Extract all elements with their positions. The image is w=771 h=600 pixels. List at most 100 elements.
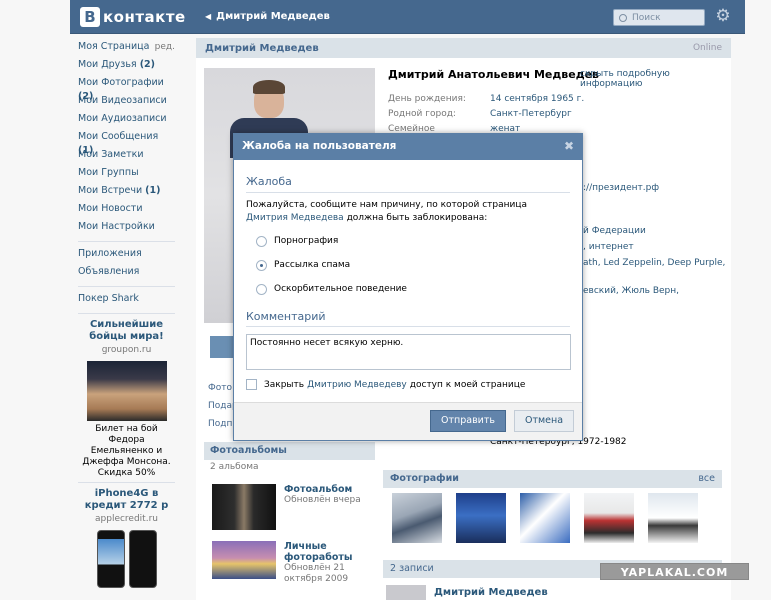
gear-icon[interactable]: ⚙ <box>714 7 732 25</box>
comment-textarea[interactable]: Постоянно несет всякую херню. <box>246 334 571 370</box>
sidebar-divider <box>78 482 175 483</box>
sidebar-item-ads[interactable]: Объявления <box>78 265 175 283</box>
sidebar-divider <box>78 286 175 287</box>
interest-fragment[interactable]: й Федерации <box>583 226 646 236</box>
search-input[interactable]: Поиск <box>613 9 705 26</box>
sidebar-item-messages[interactable]: Мои Сообщения (1) <box>78 130 175 156</box>
dialog-header: Жалоба на пользователя ✖ <box>234 134 582 160</box>
ad-title[interactable]: iPhone4G в кредит 2772 р <box>78 488 175 512</box>
hide-details-link[interactable]: скрыть подробную информацию <box>580 69 731 89</box>
sidebar-divider <box>78 241 175 242</box>
sidebar-item-events[interactable]: Мои Встречи (1) <box>78 184 175 202</box>
radio-button[interactable] <box>256 235 267 247</box>
album-title[interactable]: Фотоальбом <box>284 484 361 495</box>
sidebar: Моя Страница ред. Мои Друзья (2) Мои Фото… <box>78 40 175 592</box>
interest-fragment[interactable]: , интернет <box>583 242 634 252</box>
sidebar-item-label: Мои Сообщения <box>78 131 159 142</box>
sidebar-item-my-page[interactable]: Моя Страница ред. <box>78 40 175 58</box>
ad-image-phones[interactable] <box>87 530 167 592</box>
ad-image-fighters[interactable] <box>86 361 167 421</box>
profile-link[interactable]: Дмитрия Медведева <box>246 213 344 223</box>
field-value[interactable]: Санкт-Петербург <box>490 109 572 119</box>
album-thumb[interactable] <box>212 541 276 579</box>
ad-block-iphone[interactable]: iPhone4G в кредит 2772 р applecredit.ru <box>78 488 175 592</box>
sidebar-item-notes[interactable]: Мои Заметки <box>78 148 175 166</box>
sidebar-item-label: Мои Группы <box>78 167 139 178</box>
album-item[interactable]: Фотоальбом Обновлён вчера <box>212 484 372 530</box>
dialog-title: Жалоба на пользователя <box>242 140 397 152</box>
vk-logo[interactable]: В контакте <box>80 6 186 28</box>
sidebar-item-friends[interactable]: Мои Друзья (2) <box>78 58 175 76</box>
sidebar-item-label: Мои Видеозаписи <box>78 95 167 106</box>
album-updated: Обновлён вчера <box>284 495 361 505</box>
sidebar-item-apps[interactable]: Приложения <box>78 247 175 265</box>
reason-option-abuse[interactable]: Оскорбительное поведение <box>256 282 570 296</box>
sidebar-item-label: Мои Новости <box>78 203 143 214</box>
sidebar-item-photos[interactable]: Мои Фотографии (2) <box>78 76 175 102</box>
reason-label: Оскорбительное поведение <box>274 284 407 294</box>
watermark: YAPLAKAL.COM <box>600 563 749 580</box>
profile-name-bar: Дмитрий Медведев Online <box>196 38 731 58</box>
photo-thumb[interactable] <box>648 493 698 543</box>
block-access-option[interactable]: Закрыть Дмитрию Медведеву доступ к моей … <box>246 379 570 390</box>
profile-full-name: Дмитрий Анатольевич Медведев <box>388 68 599 81</box>
photo-thumb[interactable] <box>584 493 634 543</box>
online-status: Online <box>692 43 722 53</box>
ad-block-fight[interactable]: Сильнейшие бойцы мира! groupon.ru Билет … <box>78 319 175 479</box>
radio-button[interactable] <box>256 283 267 295</box>
sidebar-item-news[interactable]: Мои Новости <box>78 202 175 220</box>
prompt-text: Пожалуйста, сообщите нам причину, по кот… <box>246 200 527 210</box>
sidebar-item-label: Мои Встречи <box>78 185 143 196</box>
search-placeholder: Поиск <box>632 12 661 23</box>
edit-link[interactable]: ред. <box>155 40 175 58</box>
dialog-footer: Отправить Отмена <box>234 402 582 440</box>
ad-title[interactable]: Сильнейшие бойцы мира! <box>78 319 175 343</box>
profile-field: Родной город: Санкт-Петербург <box>388 109 572 119</box>
reason-label: Порнография <box>274 236 339 246</box>
complaint-prompt: Пожалуйста, сообщите нам причину, по кот… <box>246 199 570 225</box>
photos-strip <box>392 493 698 543</box>
page-title[interactable]: ◀ Дмитрий Медведев <box>205 11 330 22</box>
photo-thumb[interactable] <box>456 493 506 543</box>
report-user-dialog: Жалоба на пользователя ✖ Жалоба Пожалуйс… <box>233 133 583 441</box>
sidebar-item-label: Мои Друзья <box>78 59 137 70</box>
send-button[interactable]: Отправить <box>430 410 506 432</box>
sidebar-item-label: Моя Страница <box>78 41 150 52</box>
checkbox-text: доступ к моей странице <box>409 379 526 390</box>
sidebar-item-poker[interactable]: Покер Shark <box>78 292 175 310</box>
albums-count: 2 альбома <box>210 462 259 472</box>
photo-thumb[interactable] <box>392 493 442 543</box>
album-thumb[interactable] <box>212 484 276 530</box>
checkbox-link[interactable]: Дмитрию Медведеву <box>307 380 407 390</box>
radio-button-selected[interactable] <box>256 259 267 271</box>
cancel-button[interactable]: Отмена <box>514 410 574 432</box>
field-key: День рождения: <box>388 94 466 104</box>
photo-thumb[interactable] <box>520 493 570 543</box>
phone-back-image <box>128 530 157 588</box>
wall-post-avatar[interactable] <box>386 585 426 600</box>
photos-all-link[interactable]: все <box>698 473 715 485</box>
albums-header[interactable]: Фотоальбомы <box>204 442 375 460</box>
checkbox[interactable] <box>246 379 257 390</box>
album-item[interactable]: Личные фотоработы Обновлён 21 октября 200… <box>212 541 372 585</box>
album-title[interactable]: Личные фотоработы <box>284 541 372 563</box>
complaint-section-title: Жалоба <box>246 175 570 193</box>
sidebar-item-settings[interactable]: Мои Настройки <box>78 220 175 238</box>
sidebar-item-groups[interactable]: Мои Группы <box>78 166 175 184</box>
photos-header[interactable]: Фотографии все <box>383 470 722 488</box>
sidebar-item-audio[interactable]: Мои Аудиозаписи <box>78 112 175 130</box>
prompt-text: должна быть заблокирована: <box>343 213 488 223</box>
field-value[interactable]: 14 сентября 1965 г. <box>490 94 584 104</box>
website-link[interactable]: ://президент.рф <box>583 183 659 193</box>
sidebar-item-label: Мои Настройки <box>78 221 155 232</box>
ad-domain: groupon.ru <box>101 345 152 355</box>
close-icon[interactable]: ✖ <box>564 139 574 153</box>
interest-fragment[interactable]: евский, Жюль Верн, <box>583 286 679 296</box>
wall-post-author[interactable]: Дмитрий Медведев <box>434 587 548 598</box>
profile-bar-name: Дмитрий Медведев <box>205 42 319 54</box>
reason-option-porn[interactable]: Порнография <box>256 234 570 248</box>
sidebar-item-videos[interactable]: Мои Видеозаписи <box>78 94 175 112</box>
reason-option-spam[interactable]: Рассылка спама <box>256 258 570 272</box>
interest-fragment[interactable]: ath, Led Zeppelin, Deep Purple, <box>583 258 725 268</box>
phone-front-image <box>96 530 125 588</box>
